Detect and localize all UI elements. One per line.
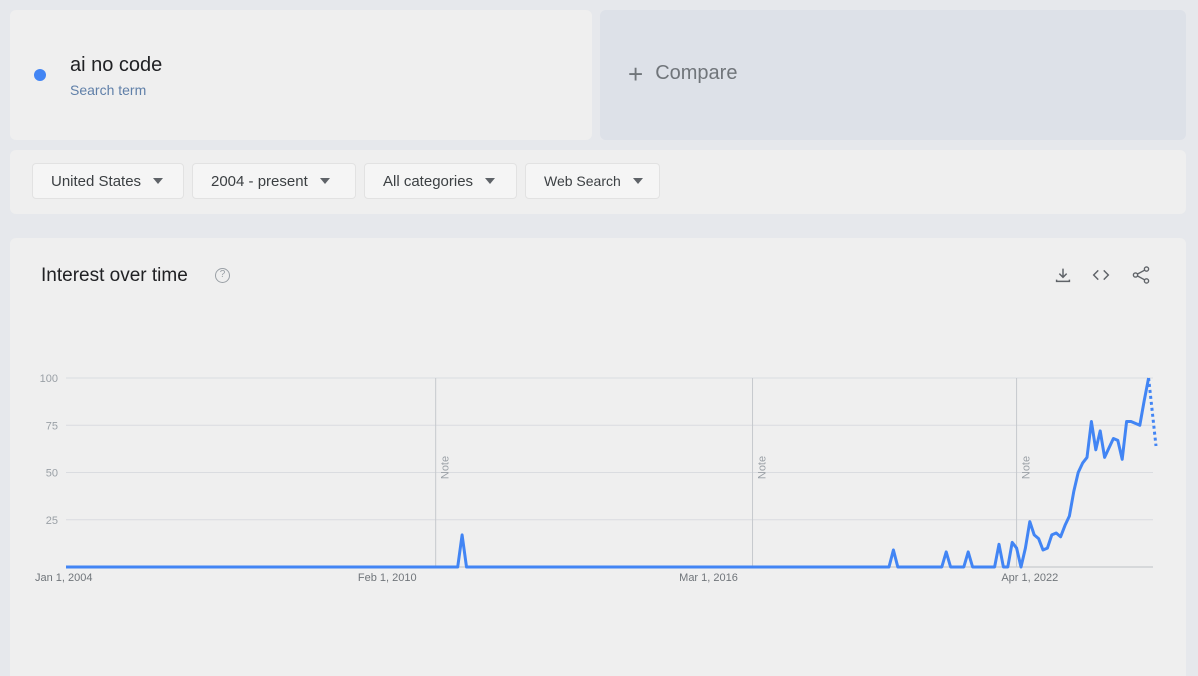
property-filter-label: Web Search — [544, 173, 621, 189]
property-filter-dropdown[interactable]: Web Search — [525, 163, 660, 199]
x-tick-label: Feb 1, 2010 — [358, 572, 417, 584]
caret-down-icon — [319, 178, 330, 184]
search-term-type: Search term — [70, 82, 147, 98]
note-marker-label: Note — [1021, 456, 1033, 479]
search-term-name[interactable]: ai no code — [70, 54, 162, 77]
series-partial-line — [1147, 377, 1158, 447]
download-icon[interactable] — [1052, 264, 1074, 286]
y-tick-label: 50 — [46, 468, 58, 480]
compare-card[interactable]: + Compare — [600, 10, 1186, 140]
note-marker-label: Note — [757, 456, 769, 479]
time-filter-label: 2004 - present — [211, 172, 308, 190]
compare-label: Compare — [655, 62, 738, 84]
x-tick-label: Jan 1, 2004 — [35, 572, 93, 584]
help-icon[interactable]: ? — [215, 268, 230, 283]
geo-filter-dropdown[interactable]: United States — [32, 163, 184, 199]
caret-down-icon — [485, 178, 496, 184]
plus-icon: + — [628, 58, 644, 89]
y-tick-label: 75 — [46, 420, 58, 432]
y-tick-label: 25 — [46, 515, 58, 527]
geo-filter-label: United States — [51, 172, 142, 190]
x-tick-label: Mar 1, 2016 — [679, 572, 738, 584]
filters-bar: United States 2004 - present All categor… — [10, 150, 1186, 214]
caret-down-icon — [632, 178, 643, 184]
time-filter-dropdown[interactable]: 2004 - present — [192, 163, 356, 199]
chart-title: Interest over time — [41, 265, 188, 286]
interest-over-time-chart[interactable]: 25 50 75 100 Note Note Note Jan 1, 2004 Feb 1, 2… — [10, 238, 1186, 676]
embed-icon[interactable] — [1090, 264, 1112, 286]
category-filter-label: All categories — [383, 172, 474, 190]
x-tick-label: Apr 1, 2022 — [1001, 572, 1058, 584]
y-tick-label: 100 — [40, 373, 58, 385]
interest-over-time-card: 25 50 75 100 Note Note Note Jan 1, 2004 Feb 1, 2… — [10, 238, 1186, 676]
term-color-dot — [34, 69, 46, 81]
category-filter-dropdown[interactable]: All categories — [364, 163, 517, 199]
caret-down-icon — [153, 178, 164, 184]
note-marker-label: Note — [440, 456, 452, 479]
search-term-card[interactable]: ai no code Search term — [10, 10, 592, 140]
compare-button[interactable]: + Compare — [628, 58, 738, 89]
share-icon[interactable] — [1130, 264, 1152, 286]
